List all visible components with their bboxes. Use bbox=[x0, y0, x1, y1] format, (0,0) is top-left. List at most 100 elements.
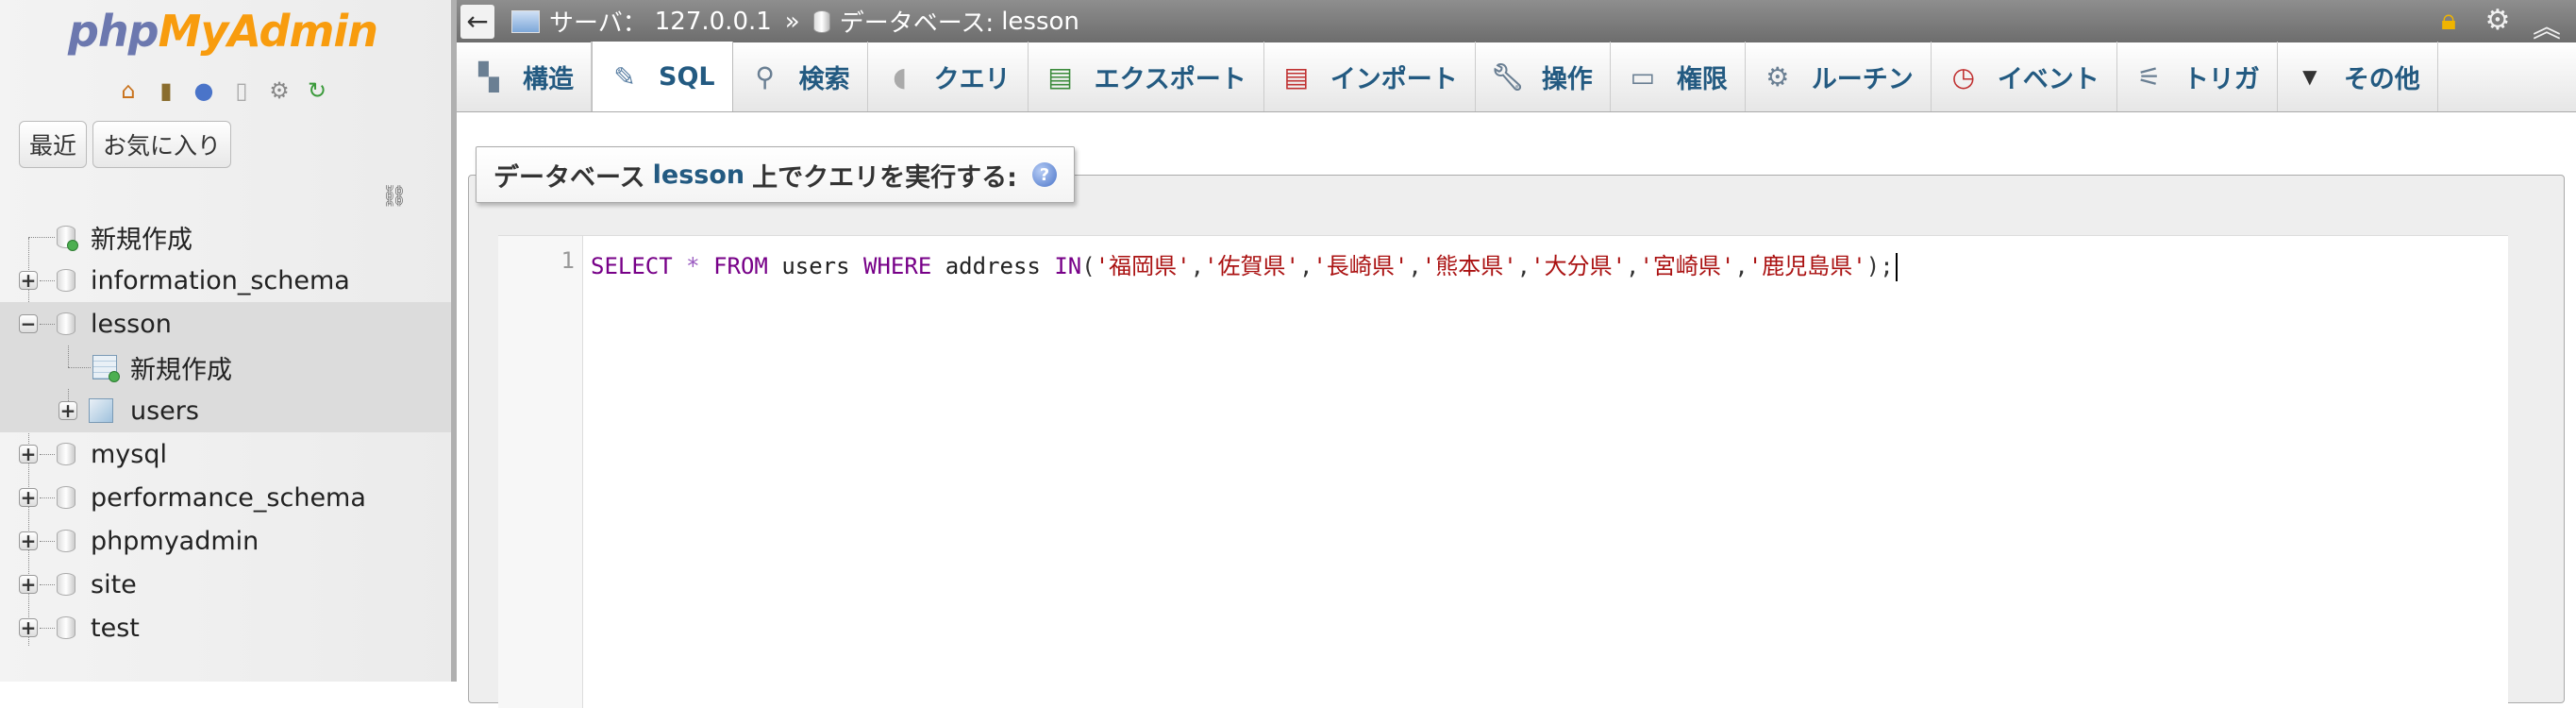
text-cursor bbox=[1895, 253, 1898, 281]
tree-item-new-db[interactable]: 新規作成 bbox=[0, 215, 451, 259]
tree-item-new-table[interactable]: 新規作成 bbox=[0, 346, 451, 389]
tab-label: SQL bbox=[659, 61, 715, 92]
database-icon bbox=[812, 9, 830, 33]
nav-tabs: 最近 お気に入り bbox=[19, 121, 232, 168]
sql-icon: ✎ bbox=[613, 60, 636, 93]
tree-item-lesson[interactable]: − lesson bbox=[0, 302, 451, 346]
wrench-icon: 🔧︎ bbox=[1491, 60, 1525, 93]
database-icon bbox=[57, 486, 75, 509]
tree-item-label: site bbox=[91, 569, 137, 599]
sql-string: '大分県' bbox=[1531, 253, 1627, 279]
sql-punctuation: ); bbox=[1865, 253, 1894, 279]
tree-branch bbox=[40, 497, 55, 498]
tab-label: 構造 bbox=[523, 64, 574, 94]
tree-item-label: information_schema bbox=[91, 265, 350, 295]
legend-prefix: データベース bbox=[493, 162, 645, 193]
sql-punctuation: ( bbox=[1081, 253, 1096, 279]
tab-sql[interactable]: ✎ SQL bbox=[592, 42, 733, 111]
expand-icon[interactable]: + bbox=[19, 531, 38, 550]
database-icon bbox=[57, 573, 75, 596]
tree-item-phpmyadmin[interactable]: + phpmyadmin bbox=[0, 519, 451, 563]
sql-string: '鹿児島県' bbox=[1748, 253, 1866, 279]
tree-item-test[interactable]: + test bbox=[0, 606, 451, 649]
query-legend: データベース lesson 上でクエリを実行する: ? bbox=[476, 146, 1075, 203]
tab-label: トリガ bbox=[2183, 64, 2260, 94]
expand-icon[interactable]: + bbox=[59, 401, 77, 420]
tree-branch bbox=[40, 584, 55, 585]
help-icon[interactable]: ? bbox=[1031, 162, 1057, 187]
tab-query[interactable]: ◖ クエリ bbox=[868, 42, 1029, 111]
tab-bar: ▚ 構造 ✎ SQL ⚲ 検索 ◖ クエリ ▤ エクスポート ▤ インポート 🔧︎ 操作 ▭ 権… bbox=[457, 42, 2576, 112]
settings-icon[interactable]: ⚙ bbox=[264, 76, 294, 106]
tab-more[interactable]: ▼ その他 bbox=[2278, 42, 2438, 111]
sql-punctuation: , bbox=[1626, 253, 1640, 279]
exit-icon[interactable]: ▮ bbox=[151, 76, 181, 106]
expand-icon[interactable]: + bbox=[19, 488, 38, 507]
tab-routines[interactable]: ⚙ ルーチン bbox=[1746, 42, 1932, 111]
import-icon: ▤ bbox=[1283, 60, 1310, 93]
breadcrumb-database[interactable]: データベース: lesson bbox=[812, 4, 1079, 39]
query-icon: ◖ bbox=[893, 60, 907, 93]
tree-item-label: lesson bbox=[91, 309, 172, 339]
link-icon[interactable]: ⛓ bbox=[381, 185, 408, 209]
tree-item-mysql[interactable]: + mysql bbox=[0, 432, 451, 476]
tab-export[interactable]: ▤ エクスポート bbox=[1029, 42, 1264, 111]
tab-import[interactable]: ▤ インポート bbox=[1264, 42, 1476, 111]
structure-icon: ▚ bbox=[478, 60, 499, 93]
tree-branch bbox=[40, 454, 55, 455]
tab-search[interactable]: ⚲ 検索 bbox=[733, 42, 868, 111]
sql-identifier: users bbox=[781, 253, 850, 279]
tab-label: イベント bbox=[1997, 64, 2099, 94]
sql-keyword: IN bbox=[1054, 253, 1082, 279]
database-icon bbox=[57, 616, 75, 639]
recent-button[interactable]: 最近 bbox=[19, 121, 88, 168]
export-icon: ▤ bbox=[1047, 60, 1073, 93]
legend-database-name: lesson bbox=[652, 160, 745, 190]
tab-label: 操作 bbox=[1541, 64, 1593, 94]
sql-code-line[interactable]: SELECT * FROM users WHERE address IN('福岡… bbox=[591, 247, 1898, 281]
home-icon[interactable]: ⌂ bbox=[113, 76, 143, 106]
expand-icon[interactable]: + bbox=[19, 618, 38, 637]
lock-icon[interactable]: 🔒︎ bbox=[2433, 4, 2465, 45]
logo-admin: Admin bbox=[227, 6, 378, 57]
sql-punctuation: , bbox=[1298, 253, 1313, 279]
help-icon[interactable]: ● bbox=[189, 76, 219, 106]
topbar-actions: 🔒︎ ⚙ ︽ bbox=[2433, 4, 2563, 45]
docs-icon[interactable]: ▯ bbox=[226, 76, 257, 106]
expand-icon[interactable]: + bbox=[19, 445, 38, 464]
tab-structure[interactable]: ▚ 構造 bbox=[457, 42, 592, 111]
reload-icon[interactable]: ↻ bbox=[302, 76, 332, 106]
tab-events[interactable]: ◷ イベント bbox=[1932, 42, 2117, 111]
expand-icon[interactable]: + bbox=[19, 271, 38, 290]
routines-icon: ⚙ bbox=[1765, 60, 1790, 93]
sql-editor[interactable]: 1 SELECT * FROM users WHERE address IN('… bbox=[498, 235, 2508, 708]
favorites-button[interactable]: お気に入り bbox=[92, 121, 232, 168]
search-icon: ⚲ bbox=[755, 60, 775, 93]
sql-string: '宮崎県' bbox=[1639, 253, 1735, 279]
tree-branch bbox=[68, 367, 91, 368]
tree-item-users[interactable]: + users bbox=[0, 389, 451, 432]
tree-item-site[interactable]: + site bbox=[0, 563, 451, 606]
expand-icon[interactable]: + bbox=[19, 575, 38, 594]
tab-triggers[interactable]: ⚟ トリガ bbox=[2117, 42, 2278, 111]
sql-punctuation: , bbox=[1516, 253, 1531, 279]
back-button[interactable]: ← bbox=[460, 4, 494, 39]
server-label: サーバ： bbox=[549, 9, 647, 38]
tab-label: その他 bbox=[2343, 64, 2420, 94]
tab-operations[interactable]: 🔧︎ 操作 bbox=[1476, 42, 1611, 111]
phpmyadmin-logo[interactable]: phpMyAdmin bbox=[68, 6, 378, 57]
settings-icon[interactable]: ⚙ bbox=[2482, 4, 2514, 45]
tree-item-label: performance_schema bbox=[91, 482, 366, 513]
tree-branch bbox=[40, 541, 55, 542]
sql-keyword: FROM bbox=[713, 253, 768, 279]
tab-privileges[interactable]: ▭ 権限 bbox=[1611, 42, 1746, 111]
breadcrumb-server[interactable]: サーバ： 127.0.0.1 bbox=[511, 4, 772, 39]
collapse-icon[interactable]: − bbox=[19, 314, 38, 333]
breadcrumb-separator: » bbox=[784, 7, 800, 36]
collapse-icon[interactable]: ︽ bbox=[2531, 4, 2563, 45]
tree-item-performance-schema[interactable]: + performance_schema bbox=[0, 476, 451, 519]
sql-string: '佐賀県' bbox=[1204, 253, 1299, 279]
tree-item-information-schema[interactable]: + information_schema bbox=[0, 259, 451, 302]
tree-branch bbox=[28, 237, 55, 238]
new-table-icon bbox=[92, 355, 120, 382]
